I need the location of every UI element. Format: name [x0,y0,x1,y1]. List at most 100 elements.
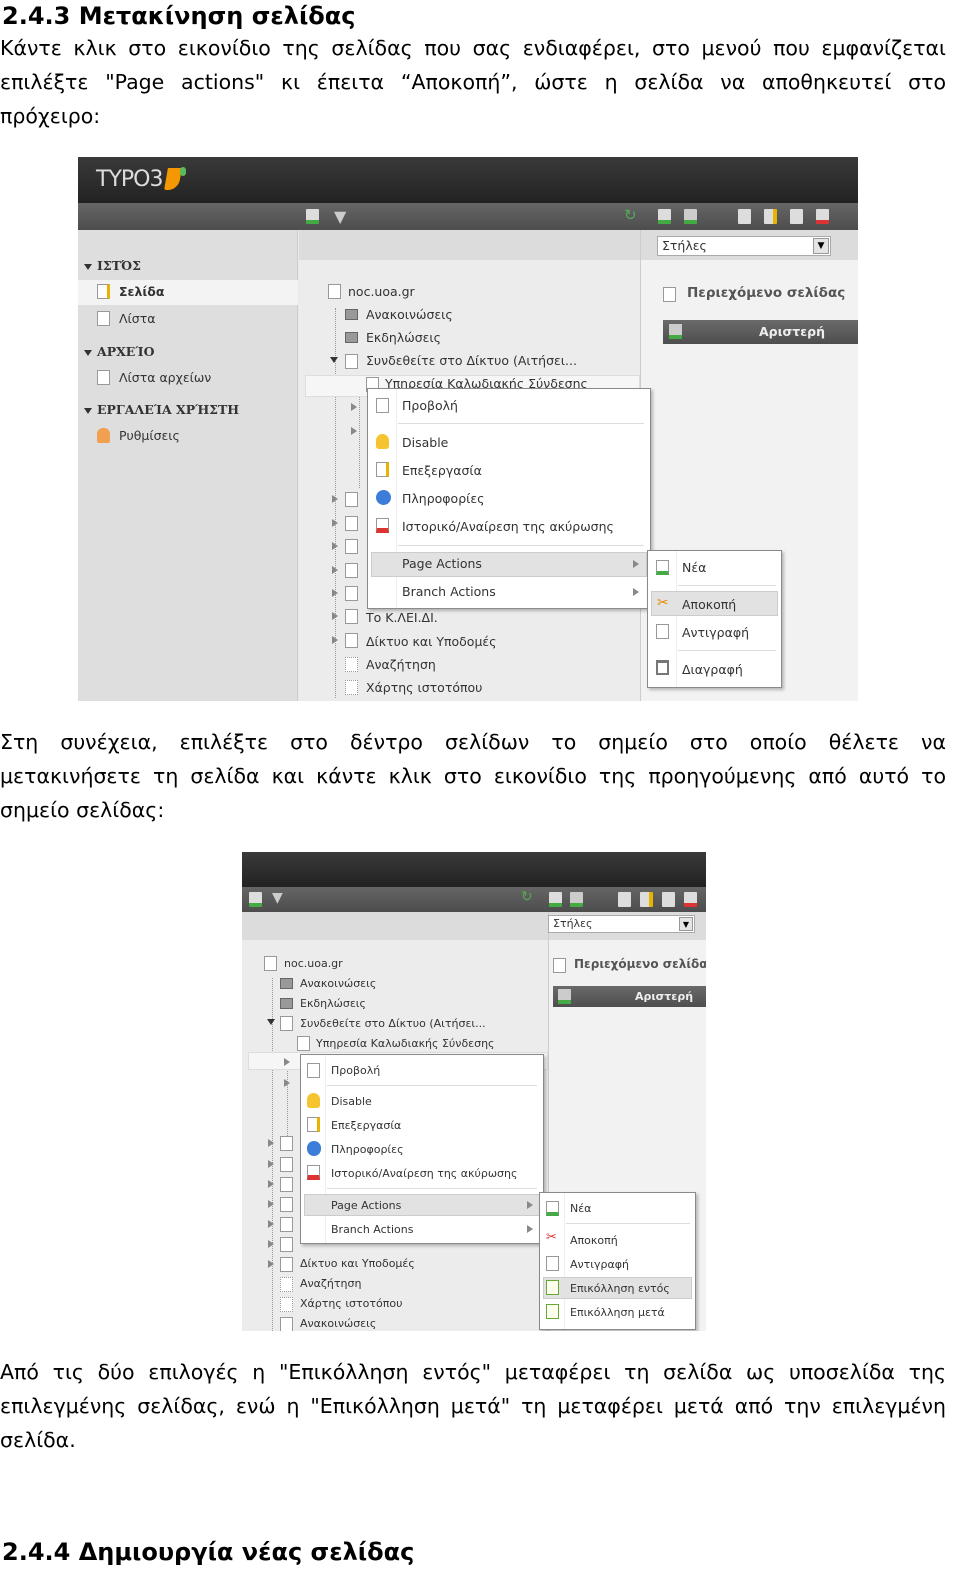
sidebar-group-title[interactable]: ΑΡΧΕΊΟ [97,344,154,360]
page-icon [345,633,358,648]
tree-node[interactable]: noc.uoa.gr [348,284,415,300]
menu-item-view[interactable]: Προβολή [331,1063,380,1079]
menu-item-page-actions[interactable]: Page Actions [402,556,482,572]
content-title: Περιεχόμενο σελίδας [687,285,846,301]
submenu-item-copy[interactable]: Αντιγραφή [682,625,749,641]
page-actions-submenu: Νέα ✂ Αποκοπή Αντιγραφή Επικόλληση εντός… [539,1192,696,1330]
page-icon [345,609,358,624]
tree-node[interactable]: Ανακοινώσεις [300,1316,376,1331]
page-icon [264,956,277,971]
tree-node[interactable]: Συνδεθείτε στο Δίκτυο (Αιτήσει... [366,353,577,369]
submenu-item-new[interactable]: Νέα [682,560,706,576]
paragraph-line: σημείο σελίδας: [0,798,165,822]
menu-item-branch-actions[interactable]: Branch Actions [331,1222,413,1238]
new-content-icon[interactable] [558,989,571,1004]
tree-node[interactable]: Αναζήτηση [300,1276,361,1292]
menu-item-info[interactable]: Πληροφορίες [402,491,484,507]
sidebar-item-settings[interactable]: Ρυθμίσεις [119,428,180,444]
tree-node[interactable]: Ανακοινώσεις [300,976,376,992]
tree-node[interactable]: Δίκτυο και Υποδομές [366,634,497,650]
submenu-item-paste-into[interactable]: Επικόλληση εντός [570,1281,670,1297]
column-name: Αριστερή [635,990,694,1003]
new-page-icon[interactable] [658,209,671,224]
columns-select-value: Στήλες [662,238,707,253]
tree-node[interactable]: Υπηρεσία Καλωδιακής Σύνδεσης [316,1036,495,1052]
sidebar-item-file-list[interactable]: Λίστα αρχείων [119,370,211,386]
submenu-item-delete[interactable]: Διαγραφή [682,662,743,678]
new-page-icon[interactable] [249,892,262,907]
scissors-icon: ✂ [546,1230,557,1245]
menu-item-edit[interactable]: Επεξεργασία [402,463,482,479]
submenu-item-copy[interactable]: Αντιγραφή [570,1257,629,1273]
paragraph-line: Κάντε κλικ στο εικονίδιο της σελίδας που… [0,36,946,60]
submenu-item-cut[interactable]: Αποκοπή [682,597,736,613]
edit-icon [307,1117,320,1132]
tree-node[interactable]: Συνδεθείτε στο Δίκτυο (Αιτήσει... [300,1016,486,1032]
new-page-icon[interactable] [306,209,319,224]
menu-item-history[interactable]: Ιστορικό/Αναίρεση της ακύρωσης [331,1166,517,1182]
tree-node[interactable]: Χάρτης ιστοτόπου [300,1296,402,1312]
menu-item-page-actions[interactable]: Page Actions [331,1198,401,1214]
tree-node[interactable]: Δίκτυο και Υποδομές [300,1256,415,1272]
paragraph-line: επιλεγμένης σελίδας, ενώ η "Επικόλληση μ… [0,1394,946,1418]
columns-select[interactable]: Στήλες ▼ [548,915,695,933]
edit-icon[interactable] [764,209,777,224]
sidebar-group-title[interactable]: ΙΣΤΌΣ [97,258,141,274]
lightbulb-icon [376,434,389,449]
context-menu: Προβολή Disable Επεξεργασία Πληροφορίες … [300,1054,544,1244]
chevron-down-icon[interactable]: ▼ [813,238,829,254]
paste-into-icon [546,1280,559,1295]
sidebar-item-page[interactable]: Σελίδα [119,284,164,300]
move-icon[interactable] [790,209,803,224]
tree-node[interactable]: Εκδηλώσεις [300,996,366,1012]
file-list-icon [97,370,110,385]
page-icon [280,1277,293,1292]
chevron-down-icon[interactable]: ▼ [679,917,693,931]
menu-item-view[interactable]: Προβολή [402,398,458,414]
menu-item-disable[interactable]: Disable [331,1094,372,1110]
submenu-item-cut[interactable]: Αποκοπή [570,1233,618,1249]
submenu-item-paste-after[interactable]: Επικόλληση μετά [570,1305,665,1321]
tree-node[interactable]: Ανακοινώσεις [366,307,453,323]
menu-item-history[interactable]: Ιστορικό/Αναίρεση της ακύρωσης [402,519,614,535]
submenu-item-new[interactable]: Νέα [570,1201,591,1217]
edit-icon[interactable] [640,892,653,907]
filter-icon[interactable]: ▼ [334,207,346,226]
tree-node[interactable]: Εκδηλώσεις [366,330,441,346]
tree-node[interactable]: noc.uoa.gr [284,956,343,972]
typo3-logo-leaf [180,167,186,176]
context-menu: Προβολή Disable Επεξεργασία Πληροφορίες … [367,388,651,609]
menu-item-branch-actions[interactable]: Branch Actions [402,584,496,600]
view-icon[interactable] [618,892,631,907]
filter-icon[interactable]: ▼ [272,890,283,906]
menu-item-info[interactable]: Πληροφορίες [331,1142,404,1158]
tree-node[interactable]: Αναζήτηση [366,657,436,673]
history-icon[interactable] [684,892,697,907]
sidebar-item-page-active[interactable] [78,280,298,305]
menu-item-edit[interactable]: Επεξεργασία [331,1118,401,1134]
page-icon [328,284,341,299]
paragraph-line: μετακινήσετε τη σελίδα και κάντε κλικ στ… [0,764,946,788]
move-icon[interactable] [662,892,675,907]
refresh-icon[interactable]: ↻ [624,206,637,224]
sidebar-group-title[interactable]: ΕΡΓΑΛΕΊΑ ΧΡΉΣΤΗ [97,402,239,418]
section-heading: 2.4.3 Μετακίνηση σελίδας [2,2,356,30]
refresh-icon[interactable]: ↻ [521,889,533,905]
tree-node[interactable]: Χάρτης ιστοτόπου [366,680,482,696]
list-icon [97,311,110,326]
tree-node[interactable]: Το Κ.ΛΕΙ.ΔΙ. [366,610,438,626]
folder-icon [345,309,358,320]
menu-item-disable[interactable]: Disable [402,435,448,451]
history-icon[interactable] [816,209,829,224]
new-content-icon[interactable] [684,209,697,224]
new-content-icon[interactable] [669,324,682,339]
columns-select[interactable]: Στήλες ▼ [657,236,831,256]
folder-icon [280,998,293,1009]
sidebar-item-list[interactable]: Λίστα [119,311,155,327]
view-icon[interactable] [738,209,751,224]
section-heading: 2.4.4 Δημιουργία νέας σελίδας [2,1538,415,1566]
new-page-icon[interactable] [549,892,562,907]
view-icon [307,1063,320,1078]
chevron-right-icon [527,1201,533,1209]
new-content-icon[interactable] [570,892,583,907]
